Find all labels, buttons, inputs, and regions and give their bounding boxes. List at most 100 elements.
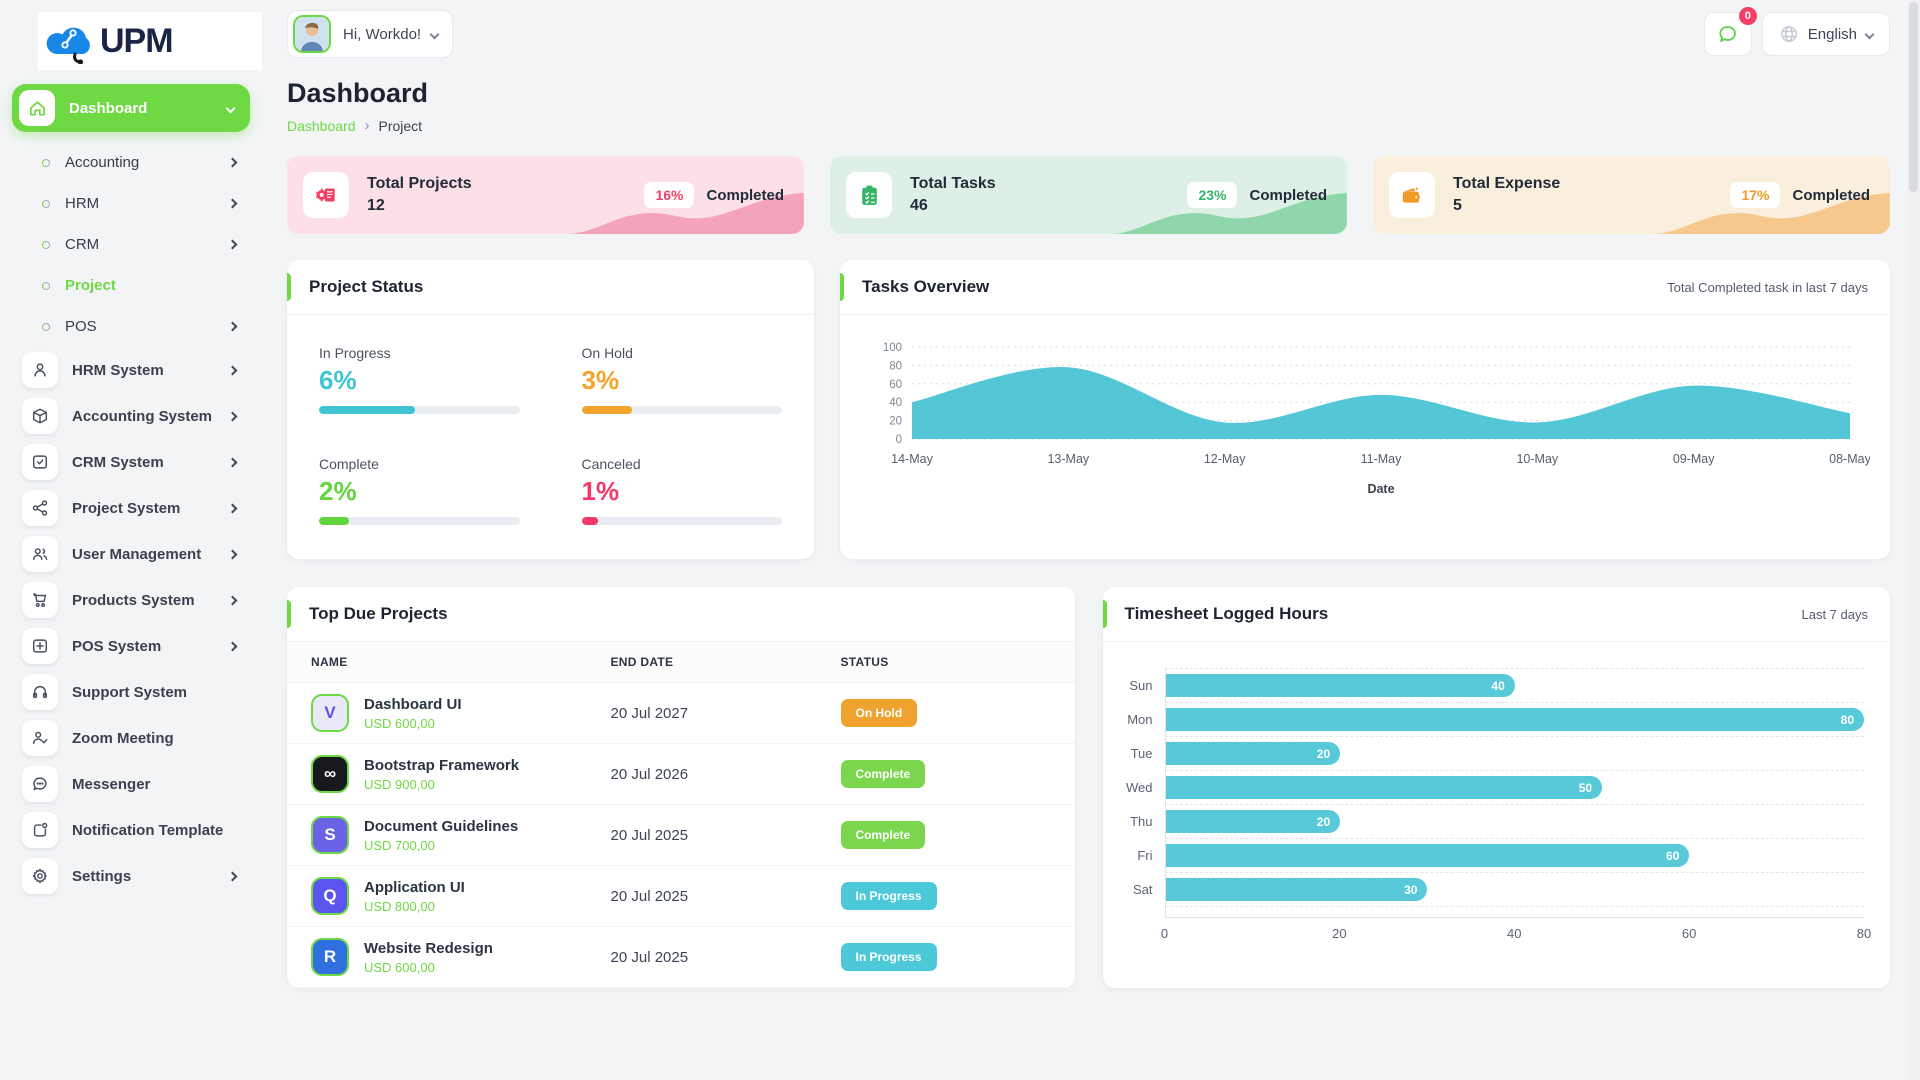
sidebar-item-user-management[interactable]: User Management (0, 531, 262, 577)
notifications-button[interactable]: 0 (1703, 7, 1757, 56)
table-row[interactable]: ∞ Bootstrap Framework USD 900,00 20 Jul … (287, 744, 1075, 805)
bullet-icon (42, 158, 50, 167)
card-title: Top Due Projects (309, 604, 448, 623)
language-selector[interactable]: English (1761, 12, 1890, 56)
scrollbar[interactable] (1907, 0, 1920, 1080)
app-logo[interactable]: UPM (38, 12, 262, 70)
sidebar-item-label: Dashboard (69, 99, 148, 117)
projects-icon (303, 172, 349, 218)
stat-percent-badge: 23% (1187, 182, 1238, 208)
status-badge[interactable]: In Progress (840, 943, 937, 971)
card-subtitle: Total Completed task in last 7 days (1667, 279, 1868, 295)
svg-text:80: 80 (889, 360, 902, 372)
project-end-date: 20 Jul 2025 (610, 887, 689, 905)
bar: 30 (1165, 878, 1428, 901)
metric-value: 1% (581, 476, 620, 506)
sidebar-item-notification-template[interactable]: Notification Template (0, 807, 262, 853)
project-logo-icon: R (311, 938, 349, 976)
bar-category-label: Thu (1130, 813, 1153, 829)
main-content: Hi, Workdo! 0 English Dashboard Dashboar… (262, 0, 1920, 1080)
user-menu[interactable]: Hi, Workdo! (287, 10, 454, 58)
svg-text:60: 60 (889, 379, 902, 391)
svg-text:20: 20 (889, 416, 902, 428)
sidebar-item-pos-system[interactable]: POS System (0, 623, 262, 669)
status-badge[interactable]: Complete (840, 821, 926, 849)
chevron-right-icon (227, 411, 238, 421)
total-projects-card: Total Projects 12 16% Completed (287, 156, 804, 234)
sidebar-item-zoom-meeting[interactable]: Zoom Meeting (0, 715, 262, 761)
language-label: English (1807, 25, 1857, 43)
headphones-icon (22, 674, 58, 710)
project-amount: USD 800,00 (364, 898, 435, 914)
column-header-name: NAME (311, 655, 348, 669)
sidebar-item-dashboard[interactable]: Dashboard (12, 84, 250, 132)
sidebar-item-settings[interactable]: Settings (0, 853, 262, 899)
sidebar-item-project[interactable]: Project (0, 265, 262, 306)
share-network-icon (22, 490, 58, 526)
project-end-date: 20 Jul 2027 (610, 704, 689, 722)
timesheet-chart: Sun 40 Mon 80 Tue 20 Wed 50 Thu 20 Fri 6… (1103, 642, 1891, 957)
progress-bar (581, 517, 782, 525)
sidebar-item-products-system[interactable]: Products System (0, 577, 262, 623)
bar: 80 (1165, 708, 1864, 731)
chevron-right-icon (227, 365, 238, 375)
sidebar-item-support-system[interactable]: Support System (0, 669, 262, 715)
sidebar-item-messenger[interactable]: Messenger (0, 761, 262, 807)
project-amount: USD 600,00 (364, 715, 435, 731)
sidebar-item-pos[interactable]: POS (0, 306, 262, 347)
status-metric: Canceled 1% (581, 456, 782, 525)
svg-text:100: 100 (883, 342, 902, 354)
metric-label: On Hold (581, 345, 633, 361)
stats-row: Total Projects 12 16% Completed Total Ta… (287, 156, 1890, 234)
sidebar-item-crm[interactable]: CRM (0, 224, 262, 265)
person-icon (22, 352, 58, 388)
breadcrumb: Dashboard › Project (287, 117, 1890, 134)
chevron-down-icon (225, 103, 236, 113)
timesheet-bar-row: Tue 20 (1113, 736, 1864, 770)
frame-icon (22, 628, 58, 664)
chevron-right-icon (227, 457, 238, 467)
table-row[interactable]: S Document Guidelines USD 700,00 20 Jul … (287, 805, 1075, 866)
sidebar-item-crm-system[interactable]: CRM System (0, 439, 262, 485)
sidebar-item-hrm[interactable]: HRM (0, 183, 262, 224)
notification-template-icon (22, 812, 58, 848)
table-row[interactable]: Q Application UI USD 800,00 20 Jul 2025 … (287, 866, 1075, 927)
stat-completed-label: Completed (1249, 186, 1327, 204)
scrollbar-thumb[interactable] (1909, 2, 1918, 192)
cloud-logo-icon (44, 18, 96, 64)
status-badge[interactable]: Complete (840, 760, 926, 788)
svg-text:11-May: 11-May (1361, 452, 1403, 466)
progress-bar (319, 406, 520, 414)
greeting-text: Hi, Workdo! (343, 25, 422, 43)
stat-value: 12 (367, 197, 385, 214)
avatar (293, 15, 331, 53)
total-expense-card: Total Expense 5 17% Completed (1373, 156, 1890, 234)
svg-text:0: 0 (896, 434, 902, 446)
users-icon (22, 536, 58, 572)
svg-text:10-May: 10-May (1516, 452, 1558, 466)
sidebar-item-hrm-system[interactable]: HRM System (0, 347, 262, 393)
notification-count-badge: 0 (1738, 7, 1757, 25)
status-badge[interactable]: On Hold (840, 699, 918, 727)
project-end-date: 20 Jul 2025 (610, 826, 689, 844)
table-row[interactable]: V Dashboard UI USD 600,00 20 Jul 2027 On… (287, 683, 1075, 744)
table-row[interactable]: R Website Redesign USD 600,00 20 Jul 202… (287, 927, 1075, 988)
stat-completed-label: Completed (1792, 186, 1870, 204)
chevron-right-icon (227, 871, 238, 881)
project-amount: USD 900,00 (364, 776, 435, 792)
bar-category-label: Fri (1137, 847, 1153, 863)
chat-bubble-icon (22, 766, 58, 802)
metric-value: 6% (319, 365, 357, 395)
stat-title: Total Projects (367, 175, 472, 192)
status-metric: In Progress 6% (319, 345, 520, 414)
top-due-projects-card: Top Due Projects NAME END DATE STATUS V … (287, 587, 1075, 988)
project-name: Document Guidelines (364, 817, 519, 835)
status-badge[interactable]: In Progress (840, 882, 937, 910)
sidebar-item-project-system[interactable]: Project System (0, 485, 262, 531)
breadcrumb-dashboard-link[interactable]: Dashboard (287, 118, 356, 134)
bar-category-label: Mon (1127, 711, 1153, 727)
chevron-right-icon (227, 549, 238, 559)
timesheet-bar-row: Wed 50 (1113, 770, 1864, 804)
sidebar-item-accounting[interactable]: Accounting (0, 142, 262, 183)
sidebar-item-accounting-system[interactable]: Accounting System (0, 393, 262, 439)
